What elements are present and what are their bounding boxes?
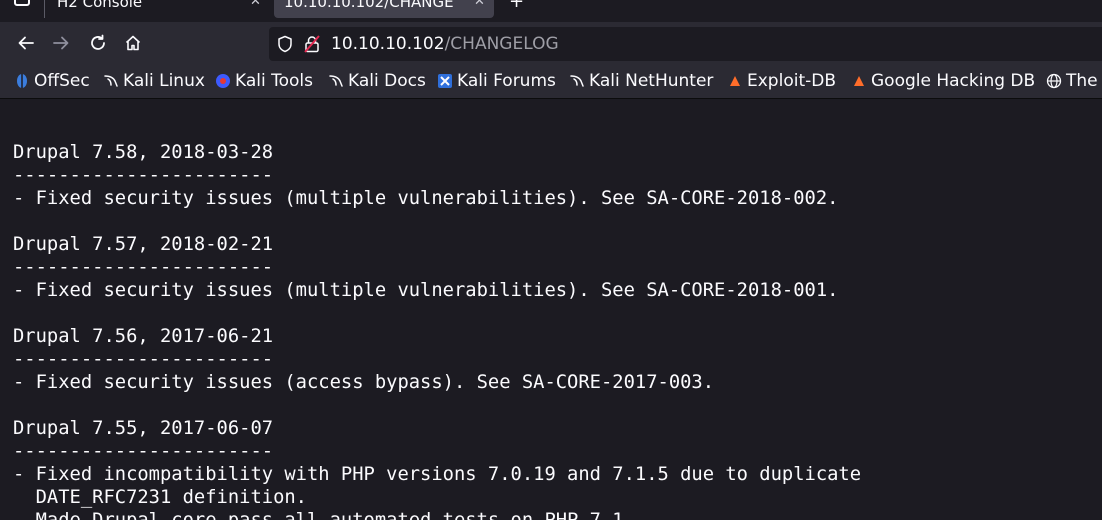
bookmark-the[interactable]: The (1046, 69, 1098, 93)
close-icon[interactable]: ✕ (474, 0, 485, 14)
globe-icon (1046, 73, 1062, 89)
home-button[interactable] (120, 30, 146, 56)
heading-rule: ----------------------- (13, 257, 274, 278)
bookmark-label: Kali Linux (123, 71, 205, 91)
shield-icon[interactable] (277, 35, 293, 53)
forward-button[interactable] (48, 30, 74, 56)
bookmark-label: OffSec (34, 71, 90, 91)
bookmark-label: Kali Docs (348, 71, 426, 91)
changelog-text: Drupal 7.58, 2018-03-28 -----------------… (13, 141, 861, 520)
bookmark-label: The (1066, 71, 1098, 91)
tab-changelog[interactable]: 10.10.10.102/CHANGE ✕ (274, 0, 494, 18)
kali-tools-icon (215, 73, 231, 89)
bookmark-label: Kali Tools (235, 71, 313, 91)
offsec-icon (14, 73, 30, 89)
arrow-left-icon (18, 36, 34, 50)
changelog-entry: - Made Drupal core pass all automated te… (13, 509, 861, 520)
new-tab-button[interactable]: + (509, 0, 524, 14)
page-content: Drupal 7.58, 2018-03-28 -----------------… (0, 100, 1102, 520)
kali-dragon-icon (103, 73, 119, 89)
url-path: /CHANGELOG (444, 34, 559, 54)
release-heading: Drupal 7.57, 2018-02-21 (13, 234, 274, 255)
bookmark-kali-docs[interactable]: Kali Docs (328, 69, 426, 93)
bookmark-label: Kali Forums (457, 71, 556, 91)
bookmark-exploit-db[interactable]: Exploit-DB (727, 69, 836, 93)
url-host: 10.10.10.102 (331, 34, 445, 54)
home-icon (125, 35, 141, 51)
changelog-entry: - Fixed security issues (access bypass).… (13, 372, 715, 393)
bookmark-offsec[interactable]: OffSec (14, 69, 90, 93)
release-heading: Drupal 7.55, 2017-06-07 (13, 418, 274, 439)
bookmark-kali-tools[interactable]: Kali Tools (215, 69, 313, 93)
changelog-entry: DATE_RFC7231 definition. (13, 487, 307, 508)
release-heading: Drupal 7.58, 2018-03-28 (13, 142, 274, 163)
arrow-right-icon (53, 36, 69, 50)
changelog-entry: - Fixed security issues (multiple vulner… (13, 188, 839, 209)
back-button[interactable] (13, 30, 39, 56)
changelog-entry: - Fixed incompatibility with PHP version… (13, 464, 862, 485)
tab-separator (44, 0, 45, 18)
tab-h2-console[interactable]: H2 Console ✕ (55, 0, 265, 18)
exploit-db-icon (727, 73, 743, 89)
kali-dragon-icon (328, 73, 344, 89)
url-text[interactable]: 10.10.10.102/CHANGELOG (331, 34, 559, 54)
heading-rule: ----------------------- (13, 165, 274, 186)
kali-dragon-icon (569, 73, 585, 89)
kali-forums-icon (437, 73, 453, 89)
bookmark-label: Exploit-DB (747, 71, 836, 91)
reload-button[interactable] (85, 30, 111, 56)
bookmark-kali-linux[interactable]: Kali Linux (103, 69, 205, 93)
bookmark-label: Google Hacking DB (871, 71, 1036, 91)
tab-label: H2 Console (57, 0, 143, 11)
tab-label: 10.10.10.102/CHANGE (284, 0, 454, 11)
tab-overview-icon[interactable] (14, 0, 30, 6)
insecure-lock-icon[interactable] (304, 35, 320, 53)
bookmark-kali-forums[interactable]: Kali Forums (437, 69, 556, 93)
tab-strip: H2 Console ✕ 10.10.10.102/CHANGE ✕ + (0, 0, 1102, 22)
release-heading: Drupal 7.56, 2017-06-21 (13, 326, 274, 347)
bookmark-google-hacking-db[interactable]: Google Hacking DB (851, 69, 1035, 93)
bookmark-kali-nethunter[interactable]: Kali NetHunter (569, 69, 713, 93)
exploit-db-icon (851, 73, 867, 89)
changelog-entry: - Fixed security issues (multiple vulner… (13, 280, 839, 301)
reload-icon (91, 34, 105, 50)
heading-rule: ----------------------- (13, 441, 274, 462)
close-icon[interactable]: ✕ (250, 0, 261, 14)
url-bar[interactable]: 10.10.10.102/CHANGELOG (269, 27, 1102, 61)
heading-rule: ----------------------- (13, 349, 274, 370)
bookmark-label: Kali NetHunter (589, 71, 714, 91)
bookmarks-toolbar: OffSec Kali Linux Kali Tools Kali Docs K… (0, 64, 1102, 99)
